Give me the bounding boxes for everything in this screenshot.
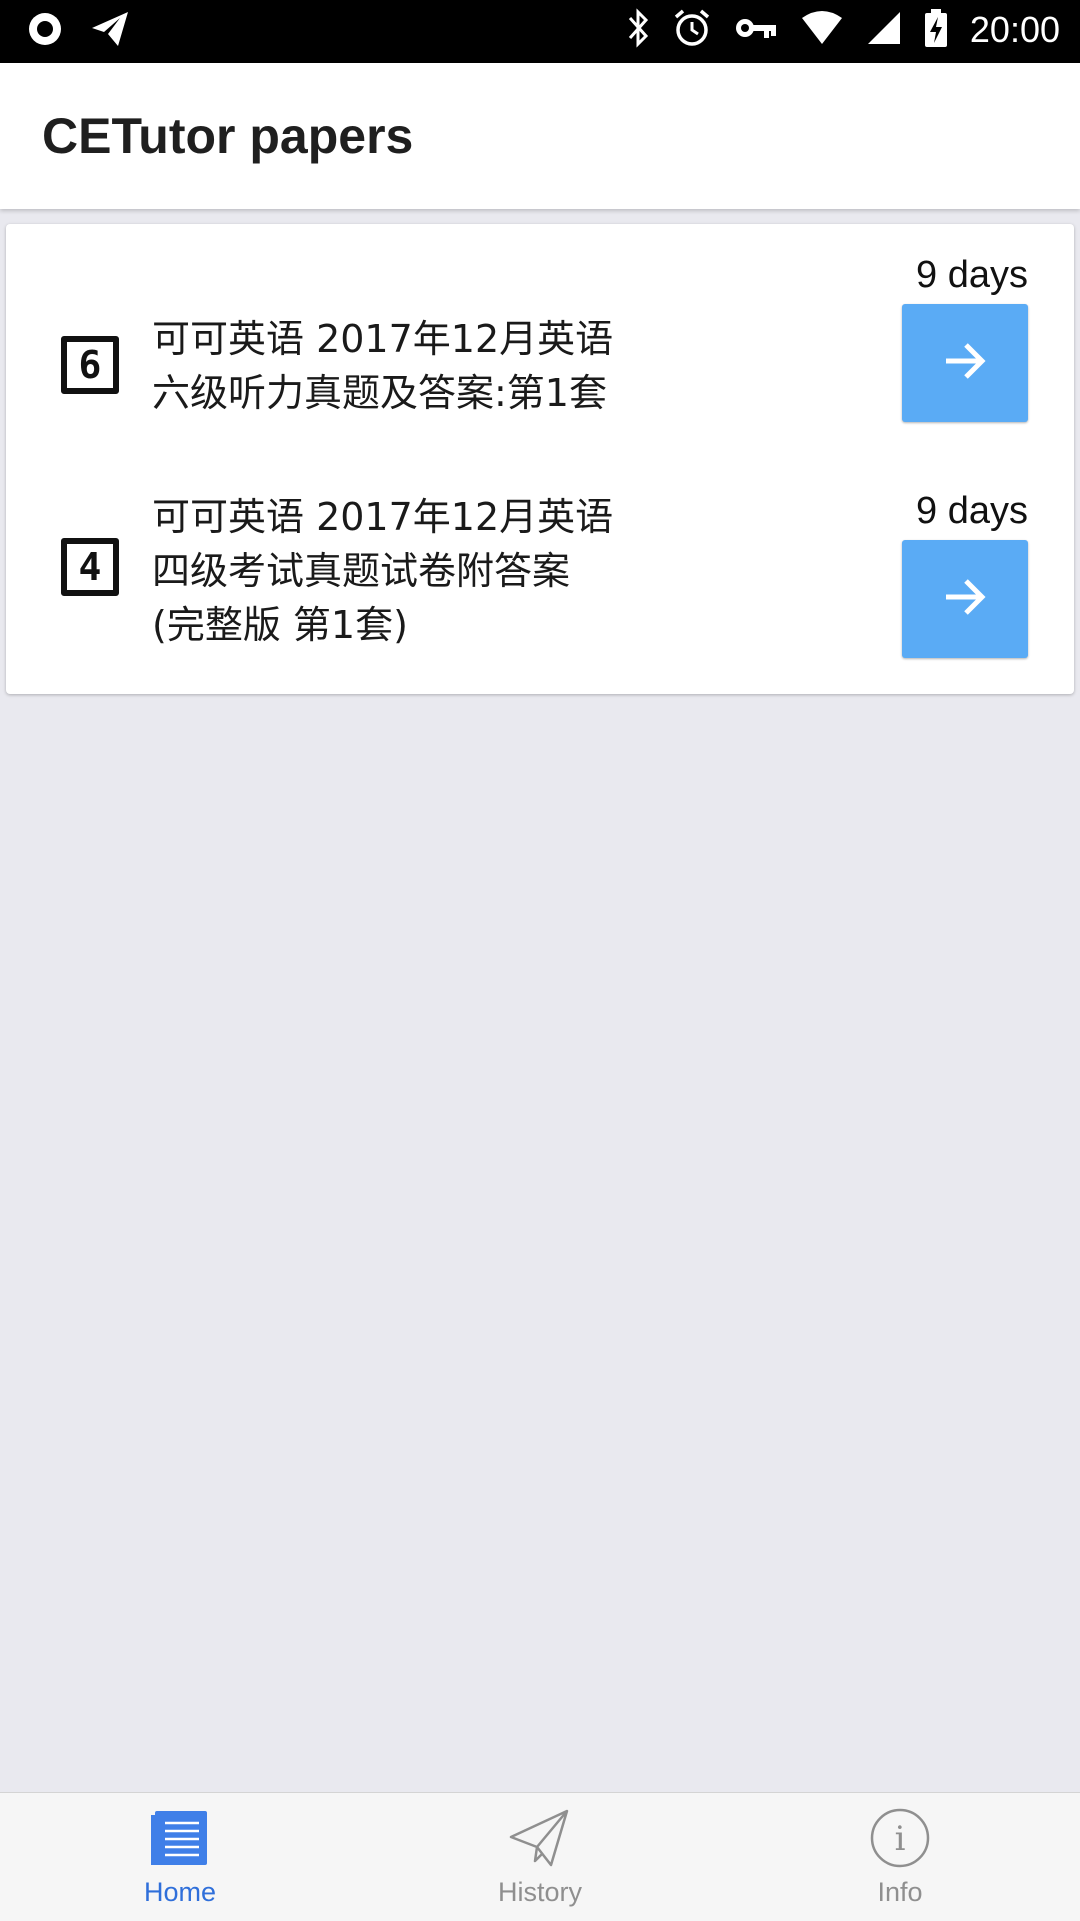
svg-text:i: i	[895, 1819, 906, 1859]
cet6-badge-icon: 6	[61, 336, 119, 394]
bluetooth-icon	[626, 8, 650, 52]
document-list-icon	[149, 1805, 211, 1871]
wifi-icon	[800, 10, 844, 50]
status-bar-left	[26, 10, 130, 52]
app-bar: CETutor papers	[0, 63, 1080, 209]
arrow-right-icon	[942, 338, 988, 388]
telegram-icon	[90, 10, 130, 52]
tab-home-label: Home	[143, 1877, 217, 1907]
list-item[interactable]: 6 可可英语 2017年12月英语 六级听力真题及答案:第1套 9 days	[6, 254, 1074, 474]
cet4-badge-icon: 4	[61, 538, 119, 596]
cell-signal-icon	[866, 10, 902, 50]
days-label: 9 days	[916, 490, 1028, 532]
paper-title[interactable]: 可可英语 2017年12月英语 四级考试真题试卷附答案 (完整版 第1套)	[152, 490, 732, 652]
alarm-icon	[672, 8, 712, 52]
days-label: 9 days	[916, 254, 1028, 296]
battery-charging-icon	[924, 8, 948, 52]
tab-history-label: History	[497, 1877, 582, 1907]
open-paper-button[interactable]	[902, 540, 1028, 658]
paper-title[interactable]: 可可英语 2017年12月英语 六级听力真题及答案:第1套	[152, 312, 732, 420]
vpn-key-icon	[734, 13, 778, 47]
open-paper-button[interactable]	[902, 304, 1028, 422]
papers-card: 6 可可英语 2017年12月英语 六级听力真题及答案:第1套 9 days 4…	[6, 224, 1074, 694]
tab-home[interactable]: Home	[0, 1793, 360, 1921]
status-bar-right: 20:00	[626, 8, 1060, 52]
tab-info[interactable]: i Info	[720, 1793, 1080, 1921]
status-bar: 20:00	[0, 0, 1080, 63]
paper-plane-icon	[507, 1805, 573, 1871]
list-item[interactable]: 4 可可英语 2017年12月英语 四级考试真题试卷附答案 (完整版 第1套) …	[6, 490, 1074, 710]
info-circle-icon: i	[869, 1805, 931, 1871]
status-time: 20:00	[969, 9, 1060, 50]
bottom-navigation: Home History i Info	[0, 1792, 1080, 1921]
record-icon	[26, 10, 64, 52]
arrow-right-icon	[942, 574, 988, 624]
tab-history[interactable]: History	[360, 1793, 720, 1921]
tab-info-label: Info	[877, 1877, 923, 1907]
page-title: CETutor papers	[42, 108, 414, 164]
